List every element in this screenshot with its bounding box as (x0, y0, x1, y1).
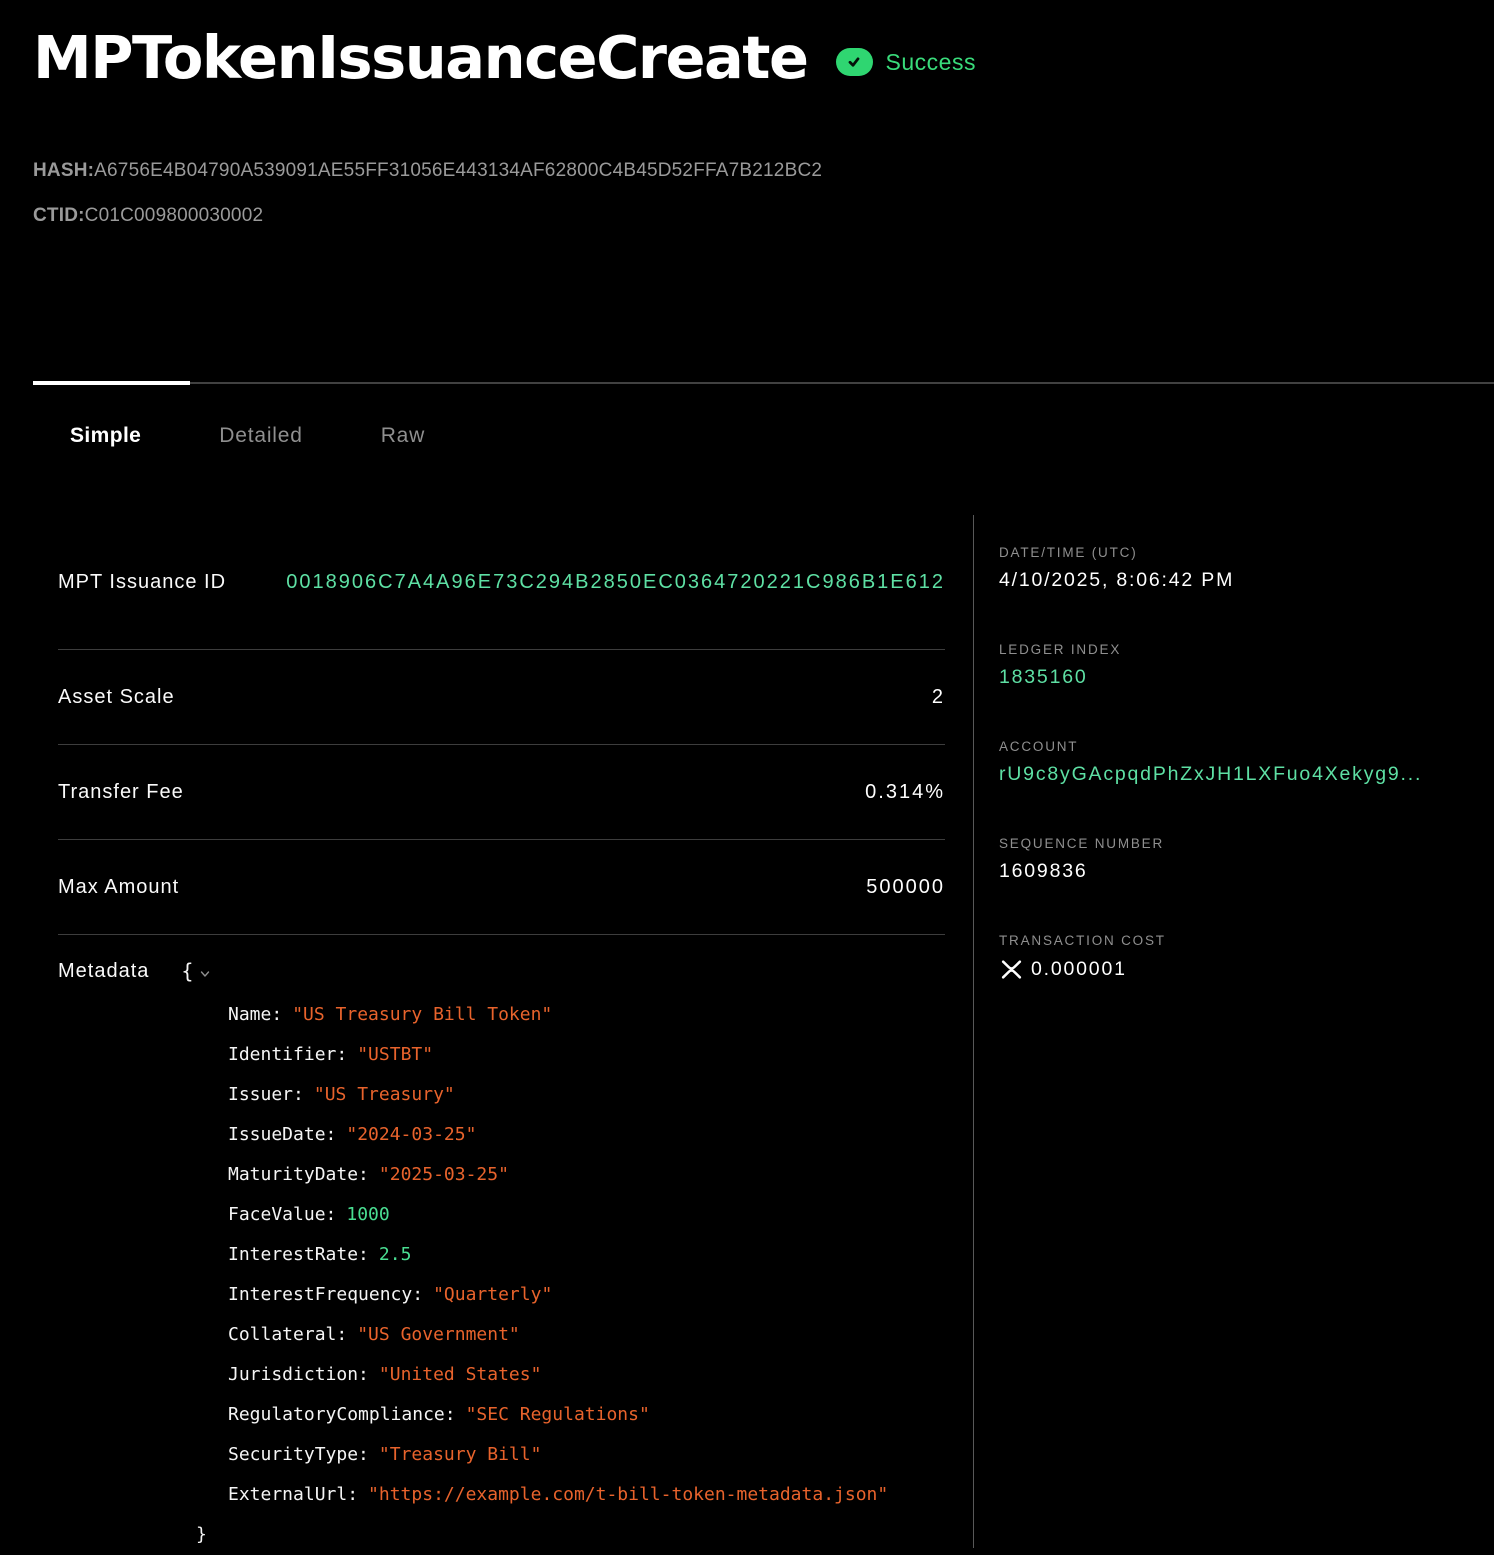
success-check-icon (836, 48, 873, 76)
json-key: InterestFrequency: (228, 1284, 423, 1305)
json-line: Issuer: "US Treasury" (228, 1075, 945, 1115)
sidebar-value[interactable]: 1835160 (999, 666, 1477, 689)
json-value: "https://example.com/t-bill-token-metada… (368, 1484, 888, 1505)
sidebar-label: SEQUENCE NUMBER (999, 836, 1493, 851)
ctid-label: CTID: (33, 205, 85, 226)
hash-value: A6756E4B04790A539091AE55FF31056E443134AF… (94, 160, 822, 181)
metadata-open-brace: { (181, 959, 193, 983)
field-label: Asset Scale (58, 686, 175, 709)
sidebar-entry-ledger-index: LEDGER INDEX 1835160 (999, 642, 1493, 689)
json-key: Name: (228, 1004, 282, 1025)
header: MPTokenIssuanceCreate Success (33, 26, 976, 91)
field-row-transfer-fee: Transfer Fee 0.314% (58, 745, 945, 840)
sidebar-value: 0.000001 (999, 957, 1477, 982)
ctid-value: C01C009800030002 (85, 205, 264, 226)
field-row-mpt-issuance-id: MPT Issuance ID 0018906C7A4A96E73C294B285… (58, 515, 945, 650)
field-row-max-amount: Max Amount 500000 (58, 840, 945, 935)
tab-raw[interactable]: Raw (381, 424, 425, 448)
sidebar: DATE/TIME (UTC) 4/10/2025, 8:06:42 PM LEDG… (973, 515, 1493, 1548)
tab-simple[interactable]: Simple (70, 424, 141, 448)
sidebar-value[interactable]: rU9c8yGAcpqdPhZxJH1LXFuo4Xekyg9... (999, 763, 1477, 786)
metadata-row: Metadata { Name: "US Treasury Bill Token"… (58, 935, 945, 1555)
metadata-json: Name: "US Treasury Bill Token" Identifier:… (228, 995, 945, 1515)
metadata-label: Metadata (58, 960, 149, 983)
hash-row: HASH:A6756E4B04790A539091AE55FF31056E443… (33, 160, 822, 182)
json-line: InterestFrequency: "Quarterly" (228, 1275, 945, 1315)
field-row-asset-scale: Asset Scale 2 (58, 650, 945, 745)
json-value: "2024-03-25" (346, 1124, 476, 1145)
field-value: 0.314% (865, 781, 945, 804)
sidebar-entry-transaction-cost: TRANSACTION COST 0.000001 (999, 933, 1493, 982)
xrp-icon (999, 957, 1024, 982)
json-line: MaturityDate: "2025-03-25" (228, 1155, 945, 1195)
json-key: InterestRate: (228, 1244, 369, 1265)
json-key: FaceValue: (228, 1204, 336, 1225)
json-line: IssueDate: "2024-03-25" (228, 1115, 945, 1155)
json-key: MaturityDate: (228, 1164, 369, 1185)
page-title: MPTokenIssuanceCreate (33, 26, 808, 91)
json-line: Collateral: "US Government" (228, 1315, 945, 1355)
content: MPT Issuance ID 0018906C7A4A96E73C294B285… (0, 515, 1494, 1548)
json-value: "US Government" (357, 1324, 520, 1345)
field-value: 2 (932, 686, 945, 709)
sidebar-label: TRANSACTION COST (999, 933, 1493, 948)
json-key: Jurisdiction: (228, 1364, 369, 1385)
field-value: 500000 (866, 876, 945, 899)
fields: MPT Issuance ID 0018906C7A4A96E73C294B285… (58, 515, 945, 1555)
json-line: SecurityType: "Treasury Bill" (228, 1435, 945, 1475)
field-label: Max Amount (58, 876, 179, 899)
chevron-down-icon[interactable] (198, 967, 212, 981)
sidebar-entry-sequence-number: SEQUENCE NUMBER 1609836 (999, 836, 1493, 883)
tab-detailed[interactable]: Detailed (219, 424, 302, 448)
json-line: Name: "US Treasury Bill Token" (228, 995, 945, 1035)
json-value: 1000 (346, 1204, 389, 1225)
sidebar-value: 4/10/2025, 8:06:42 PM (999, 569, 1477, 592)
status-badge: Success (836, 48, 976, 76)
json-line: ExternalUrl: "https://example.com/t-bill-… (228, 1475, 945, 1515)
sidebar-label: DATE/TIME (UTC) (999, 545, 1493, 560)
hash-label: HASH: (33, 160, 94, 181)
field-label: MPT Issuance ID (58, 571, 226, 594)
field-label: Transfer Fee (58, 781, 184, 804)
json-value: "US Treasury" (314, 1084, 455, 1105)
json-key: Issuer: (228, 1084, 304, 1105)
json-line: InterestRate: 2.5 (228, 1235, 945, 1275)
json-value: "Quarterly" (433, 1284, 552, 1305)
json-value: 2.5 (379, 1244, 412, 1265)
tab-bar: Simple Detailed Raw (70, 424, 425, 448)
json-line: Jurisdiction: "United States" (228, 1355, 945, 1395)
json-key: Identifier: (228, 1044, 347, 1065)
metadata-close-brace: } (196, 1515, 945, 1555)
sidebar-label: LEDGER INDEX (999, 642, 1493, 657)
sidebar-entry-account: ACCOUNT rU9c8yGAcpqdPhZxJH1LXFuo4Xekyg9..… (999, 739, 1493, 786)
json-value: "Treasury Bill" (379, 1444, 542, 1465)
json-line: FaceValue: 1000 (228, 1195, 945, 1235)
json-value: "United States" (379, 1364, 542, 1385)
json-value: "USTBT" (357, 1044, 433, 1065)
json-key: SecurityType: (228, 1444, 369, 1465)
tab-underline (0, 381, 1494, 385)
json-value: "US Treasury Bill Token" (292, 1004, 552, 1025)
field-value[interactable]: 0018906C7A4A96E73C294B2850EC0364720221C9… (286, 571, 945, 594)
sidebar-value: 1609836 (999, 860, 1477, 883)
json-line: Identifier: "USTBT" (228, 1035, 945, 1075)
json-key: IssueDate: (228, 1124, 336, 1145)
sidebar-entry-date-time-utc: DATE/TIME (UTC) 4/10/2025, 8:06:42 PM (999, 545, 1493, 592)
json-key: ExternalUrl: (228, 1484, 358, 1505)
json-key: Collateral: (228, 1324, 347, 1345)
json-line: RegulatoryCompliance: "SEC Regulations" (228, 1395, 945, 1435)
status-text: Success (886, 49, 976, 76)
sidebar-label: ACCOUNT (999, 739, 1493, 754)
ctid-row: CTID:C01C009800030002 (33, 205, 263, 227)
json-value: "2025-03-25" (379, 1164, 509, 1185)
json-value: "SEC Regulations" (466, 1404, 650, 1425)
json-key: RegulatoryCompliance: (228, 1404, 456, 1425)
